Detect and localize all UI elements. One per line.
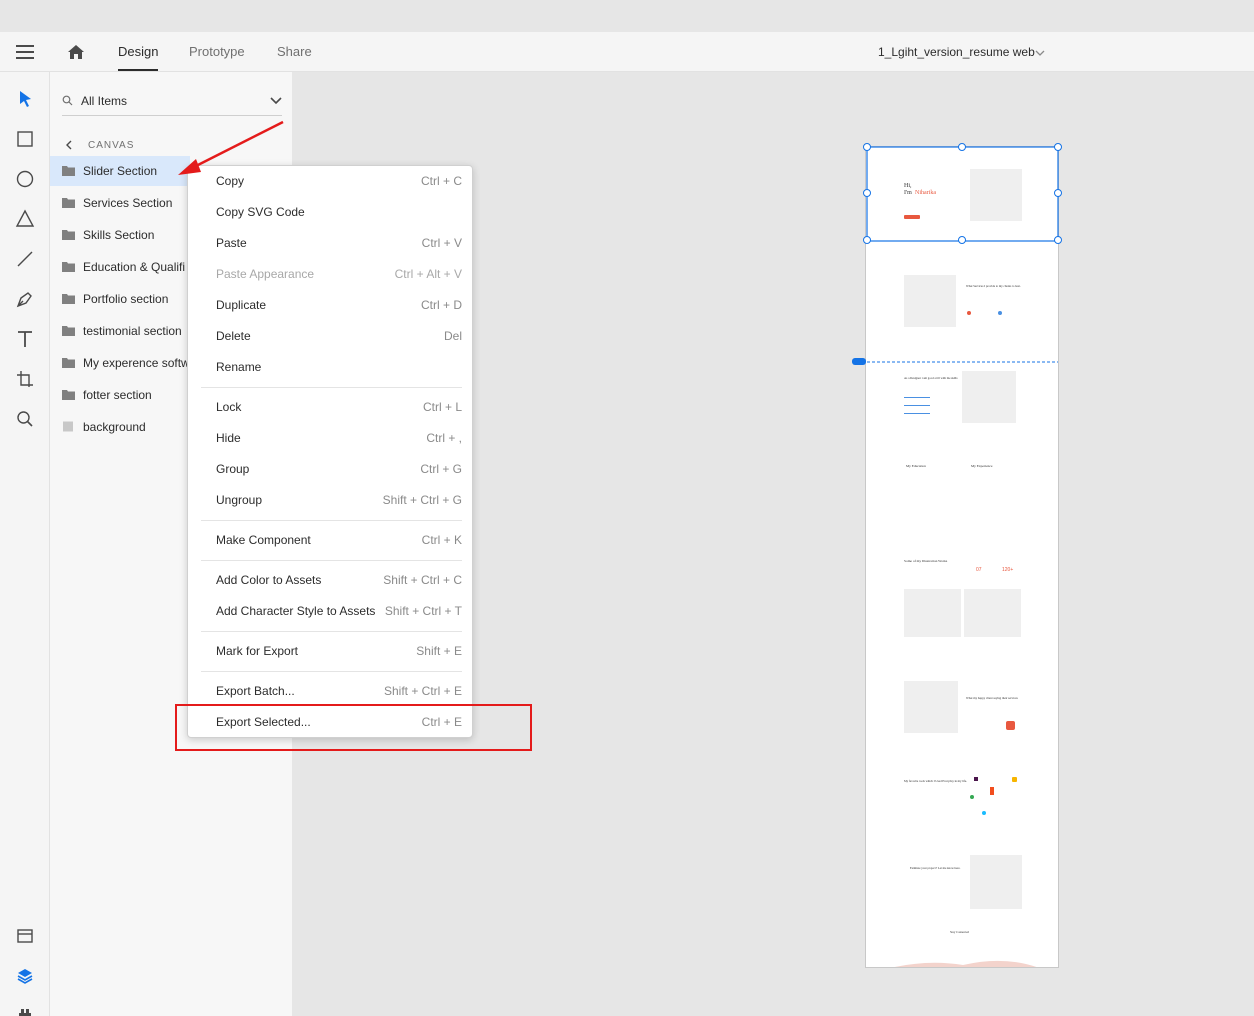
menu-item-duplicate[interactable]: Duplicate Ctrl + D	[188, 290, 474, 321]
menu-separator	[201, 520, 462, 521]
menu-separator	[201, 631, 462, 632]
menu-item-paste[interactable]: Paste Ctrl + V	[188, 228, 474, 259]
menu-item-rename[interactable]: Rename	[188, 352, 474, 383]
menu-item-add-character-style[interactable]: Add Character Style to Assets Shift + Ctr…	[188, 596, 474, 627]
menu-item-copy-svg-code[interactable]: Copy SVG Code	[188, 197, 474, 228]
menu-item-mark-for-export[interactable]: Mark for Export Shift + E	[188, 636, 474, 667]
menu-item-copy[interactable]: Copy Ctrl + C	[188, 166, 474, 197]
menu-item-make-component[interactable]: Make Component Ctrl + K	[188, 525, 474, 556]
menu-item-export-batch[interactable]: Export Batch... Shift + Ctrl + E	[188, 676, 474, 707]
menu-item-lock[interactable]: Lock Ctrl + L	[188, 392, 474, 423]
menu-item-paste-appearance[interactable]: Paste Appearance Ctrl + Alt + V	[188, 259, 474, 290]
menu-item-hide[interactable]: Hide Ctrl + ,	[188, 423, 474, 454]
menu-item-delete[interactable]: Delete Del	[188, 321, 474, 352]
menu-item-ungroup[interactable]: Ungroup Shift + Ctrl + G	[188, 485, 474, 516]
menu-separator	[201, 671, 462, 672]
menu-separator	[201, 387, 462, 388]
menu-item-group[interactable]: Group Ctrl + G	[188, 454, 474, 485]
highlight-box	[175, 704, 532, 751]
context-menu: Copy Ctrl + C Copy SVG Code Paste Ctrl + V…	[187, 165, 473, 738]
menu-separator	[201, 560, 462, 561]
menu-item-add-color-to-assets[interactable]: Add Color to Assets Shift + Ctrl + C	[188, 565, 474, 596]
